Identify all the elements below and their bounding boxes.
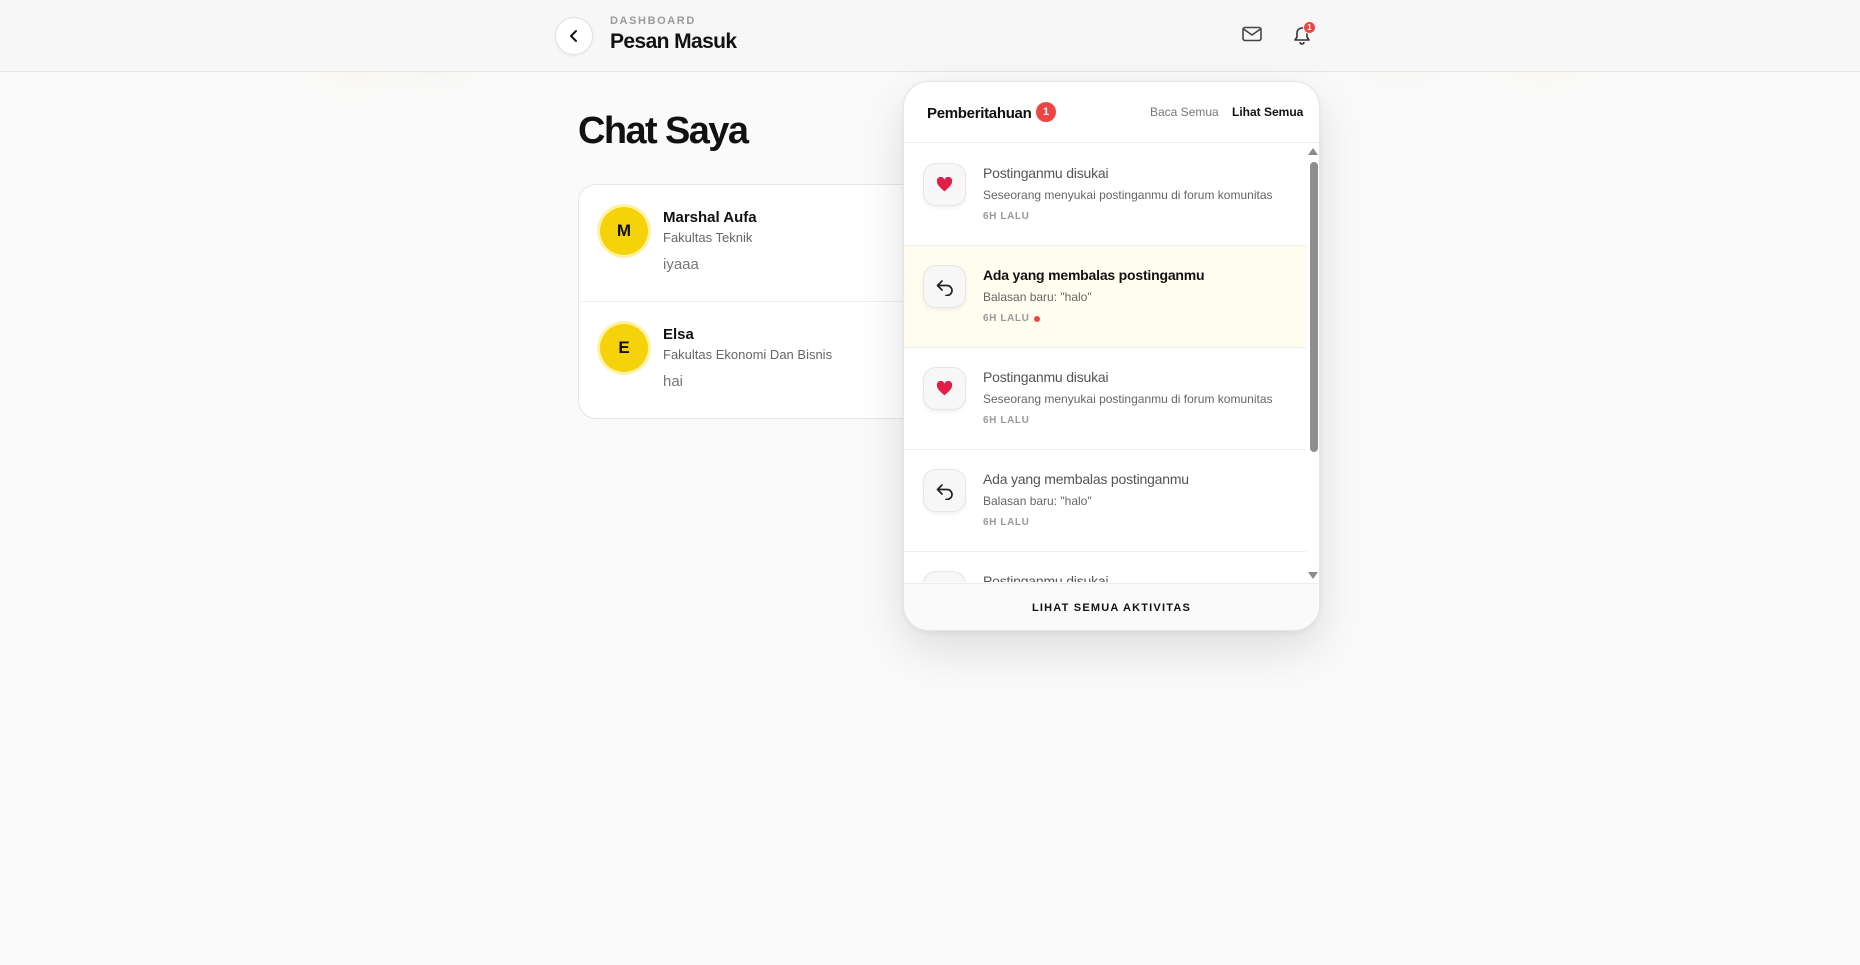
notification-panel: Pemberitahuan 1 Baca Semua Lihat Semua P… bbox=[903, 81, 1320, 631]
chat-last-message: iyaaa bbox=[663, 256, 699, 273]
notification-title: Postinganmu disukai bbox=[983, 369, 1109, 385]
chat-last-message: hai bbox=[663, 373, 684, 390]
notification-description: Balasan baru: "halo" bbox=[983, 290, 1092, 304]
notification-item[interactable]: Ada yang membalas postinganmu Balasan ba… bbox=[904, 450, 1306, 552]
top-bar: DASHBOARD Pesan Masuk 1 bbox=[0, 0, 1860, 72]
notification-time: 6H LALU bbox=[983, 313, 1030, 324]
notification-panel-header: Pemberitahuan 1 Baca Semua Lihat Semua bbox=[904, 82, 1319, 143]
reply-icon bbox=[936, 483, 953, 500]
back-button[interactable] bbox=[555, 17, 593, 55]
notification-description: Seseorang menyukai postinganmu di forum … bbox=[983, 188, 1273, 202]
notification-count-badge: 1 bbox=[1036, 102, 1056, 122]
mail-button[interactable] bbox=[1241, 24, 1263, 44]
page-title: Pesan Masuk bbox=[610, 30, 737, 53]
notification-icon-box bbox=[923, 265, 966, 308]
see-all-button[interactable]: Lihat Semua bbox=[1232, 105, 1303, 119]
scrollbar-thumb[interactable] bbox=[1310, 162, 1318, 452]
notification-panel-title: Pemberitahuan bbox=[927, 105, 1032, 122]
see-all-activity-button[interactable]: LIHAT SEMUA AKTIVITAS bbox=[904, 583, 1319, 630]
reply-icon bbox=[936, 279, 953, 296]
breadcrumb: DASHBOARD bbox=[610, 15, 696, 27]
scroll-down-arrow-icon[interactable] bbox=[1308, 572, 1318, 579]
heart-icon bbox=[936, 177, 953, 192]
notification-item[interactable]: Postinganmu disukai bbox=[904, 552, 1306, 582]
chat-name: Elsa bbox=[663, 326, 694, 343]
notification-item[interactable]: Ada yang membalas postinganmu Balasan ba… bbox=[904, 246, 1306, 348]
notification-icon-box bbox=[923, 469, 966, 512]
notification-icon-box bbox=[923, 571, 966, 582]
notification-time: 6H LALU bbox=[983, 211, 1030, 222]
scroll-up-arrow-icon[interactable] bbox=[1308, 148, 1318, 155]
chat-faculty: Fakultas Ekonomi Dan Bisnis bbox=[663, 347, 833, 362]
notification-title: Ada yang membalas postinganmu bbox=[983, 267, 1205, 283]
notification-icon-box bbox=[923, 163, 966, 206]
chat-name: Marshal Aufa bbox=[663, 209, 757, 226]
chat-heading: Chat Saya bbox=[578, 110, 749, 152]
mark-all-read-button[interactable]: Baca Semua bbox=[1150, 105, 1219, 119]
mail-icon bbox=[1242, 26, 1262, 42]
notification-list[interactable]: Postinganmu disukai Seseorang menyukai p… bbox=[904, 144, 1306, 582]
notification-badge: 1 bbox=[1303, 21, 1316, 34]
notification-title: Postinganmu disukai bbox=[983, 165, 1109, 181]
notification-icon-box bbox=[923, 367, 966, 410]
unread-dot bbox=[1034, 316, 1040, 322]
heart-icon bbox=[936, 381, 953, 396]
notification-title: Postinganmu disukai bbox=[983, 573, 1109, 582]
notification-time: 6H LALU bbox=[983, 415, 1030, 426]
notification-time: 6H LALU bbox=[983, 517, 1030, 528]
avatar: E bbox=[600, 324, 648, 372]
notification-item[interactable]: Postinganmu disukai Seseorang menyukai p… bbox=[904, 348, 1306, 450]
notification-description: Seseorang menyukai postinganmu di forum … bbox=[983, 392, 1273, 406]
chevron-left-icon bbox=[570, 30, 577, 42]
notification-title: Ada yang membalas postinganmu bbox=[983, 471, 1189, 487]
chat-faculty: Fakultas Teknik bbox=[663, 230, 753, 245]
notification-description: Balasan baru: "halo" bbox=[983, 494, 1092, 508]
notification-item[interactable]: Postinganmu disukai Seseorang menyukai p… bbox=[904, 144, 1306, 246]
avatar: M bbox=[600, 207, 648, 255]
